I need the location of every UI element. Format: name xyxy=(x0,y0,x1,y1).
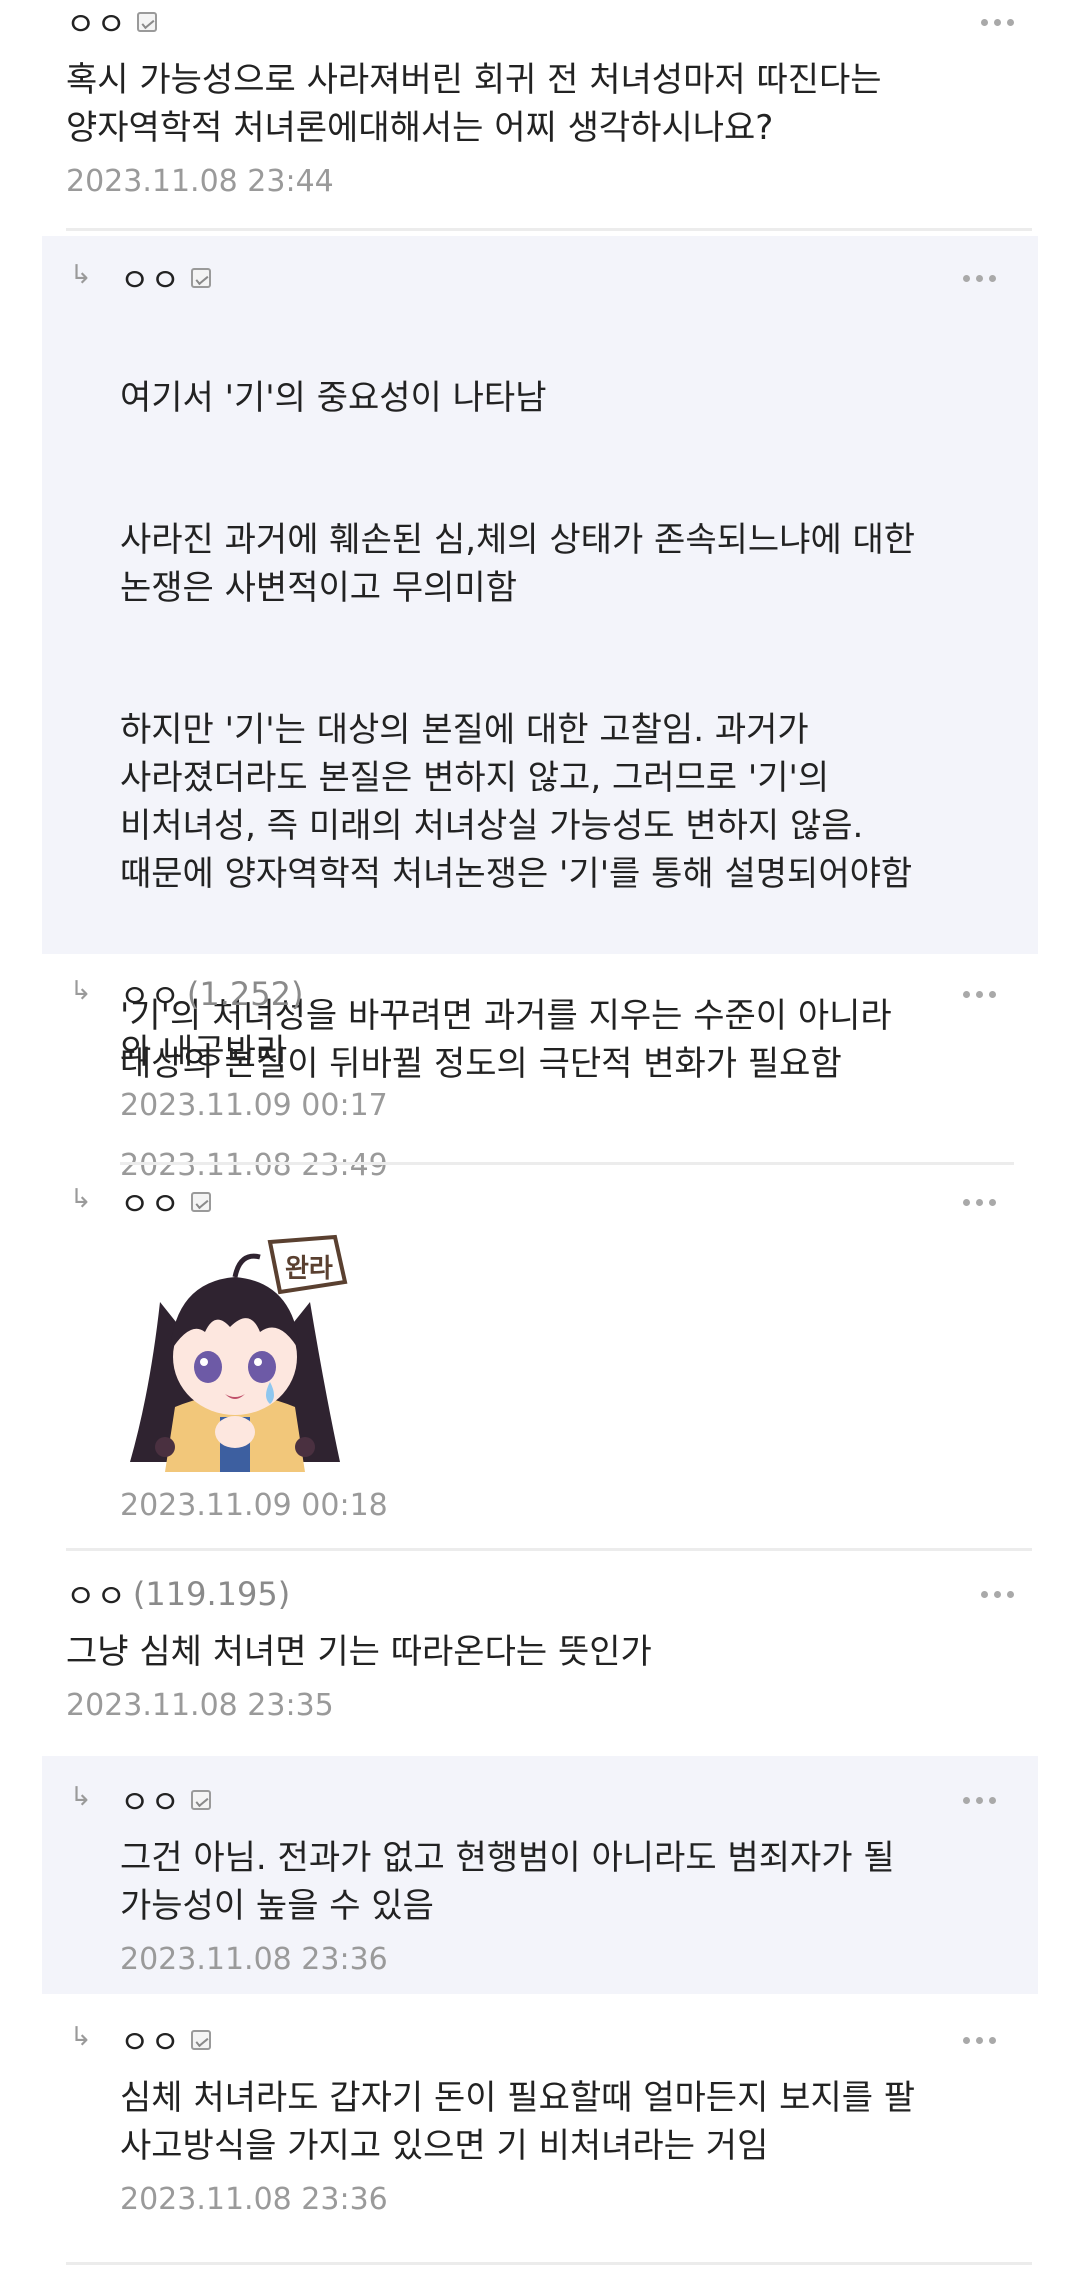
comment-header: ↳ ㅇㅇ (1.252) xyxy=(70,971,996,1017)
fixed-nick-badge-icon xyxy=(190,1192,211,1212)
reply-comment: ↳ ㅇㅇ 그건 아님. 전과가 없고 현행범이 아니라도 범죄자가 될 가능성이… xyxy=(42,1756,1038,1994)
comment-timestamp: 2023.11.08 23:44 xyxy=(66,164,334,199)
reply-arrow-icon: ↳ xyxy=(70,1782,92,1812)
comment-text: 와 내공봐라 xyxy=(120,1032,288,1072)
comment-text: 심체 처녀라도 갑자기 돈이 필요할때 얼마든지 보지를 팔 사고방식을 가지고… xyxy=(120,2078,916,2166)
nickname[interactable]: ㅇㅇ xyxy=(120,255,181,301)
comment-timestamp: 2023.11.08 23:49 xyxy=(120,1148,388,1183)
divider xyxy=(66,1548,1032,1551)
reply-comment: ↳ ㅇㅇ 심체 처녀라도 갑자기 돈이 필요할때 얼마든지 보지를 팔 사고방식… xyxy=(42,2020,1038,2217)
comment-text: 혹시 가능성으로 사라져버린 회귀 전 처녀성마저 따진다는 양자역학적 처녀론… xyxy=(66,60,882,148)
nickname[interactable]: ㅇㅇ xyxy=(120,971,181,1017)
comment: ㅇㅇ 혹시 가능성으로 사라져버린 회귀 전 처녀성마저 따진다는 양자역학적 … xyxy=(0,2,1080,199)
comment-timestamp: 2023.11.08 23:36 xyxy=(120,2182,388,2217)
comment-text: 그건 아님. 전과가 없고 현행범이 아니라도 범죄자가 될 가능성이 높을 수… xyxy=(120,1838,895,1926)
nickname[interactable]: ㅇㅇ xyxy=(120,1777,181,1823)
ip-address: (119.195) xyxy=(132,1575,291,1613)
reply-arrow-icon: ↳ xyxy=(70,260,92,290)
comment-header: ↳ ㅇㅇ xyxy=(70,1777,996,1823)
comment-paragraph: 여기서 '기'의 중요성이 나타남 xyxy=(120,378,547,418)
more-dots-icon[interactable] xyxy=(963,1780,996,1820)
more-dots-icon[interactable] xyxy=(963,1182,996,1222)
comment-timestamp: 2023.11.08 23:36 xyxy=(120,1942,388,1977)
nickname[interactable]: ㅇㅇ xyxy=(66,1571,127,1617)
nickname[interactable]: ㅇㅇ xyxy=(120,2017,181,2063)
reply-comment: ↳ ㅇㅇ 여기서 '기'의 중요성이 나타남 사라진 과거에 훼손된 심,체의 … xyxy=(42,236,1038,1183)
reply-arrow-icon: ↳ xyxy=(70,976,92,1006)
fixed-nick-badge-icon xyxy=(136,12,157,32)
comment-paragraph: 사라진 과거에 훼손된 심,체의 상태가 존속되느냐에 대한 논쟁은 사변적이고… xyxy=(120,520,916,608)
reply-comment: ↳ ㅇㅇ (1.252) 와 내공봐라 2023.11.09 00:17 xyxy=(42,974,1038,1123)
more-dots-icon[interactable] xyxy=(981,1574,1014,1614)
more-dots-icon[interactable] xyxy=(963,258,996,298)
comment-timestamp: 2023.11.08 23:35 xyxy=(66,1688,334,1723)
nickname[interactable]: ㅇㅇ xyxy=(120,1179,181,1225)
comment-text: 그냥 심체 처녀면 기는 따라온다는 뜻인가 xyxy=(66,1632,652,1672)
comment: ㅇㅇ (119.195) 그냥 심체 처녀면 기는 따라온다는 뜻인가 2023… xyxy=(0,1574,1080,1723)
comment-paragraph: 하지만 '기'는 대상의 본질에 대한 고찰임. 과거가 사라졌더라도 본질은 … xyxy=(120,710,913,894)
more-dots-icon[interactable] xyxy=(963,2020,996,2060)
comment-timestamp: 2023.11.09 00:17 xyxy=(120,1088,388,1123)
reply-arrow-icon: ↳ xyxy=(70,2022,92,2052)
divider xyxy=(66,228,1032,231)
comment-thread: ㅇㅇ 혹시 가능성으로 사라져버린 회귀 전 처녀성마저 따진다는 양자역학적 … xyxy=(0,0,1080,2276)
fixed-nick-badge-icon xyxy=(190,1790,211,1810)
divider xyxy=(120,1162,1014,1165)
fixed-nick-badge-icon xyxy=(190,268,211,288)
comment-header: ㅇㅇ xyxy=(66,0,1014,45)
nickname[interactable]: ㅇㅇ xyxy=(66,0,127,45)
comment-header: ↳ ㅇㅇ xyxy=(70,1179,996,1225)
fixed-nick-badge-icon xyxy=(190,2030,211,2050)
reply-comment: ↳ ㅇㅇ 완라 2023.11.09 00:18 xyxy=(42,1182,1038,1523)
comment-header: ↳ ㅇㅇ xyxy=(70,2017,996,2063)
comment-timestamp: 2023.11.09 00:18 xyxy=(120,1488,388,1523)
sticker-caption: 완라 xyxy=(285,1254,333,1284)
sticker-image[interactable]: 완라 xyxy=(120,1232,350,1472)
ip-address: (1.252) xyxy=(186,975,304,1013)
more-dots-icon[interactable] xyxy=(981,2,1014,42)
comment-header: ↳ ㅇㅇ xyxy=(70,255,996,301)
comment-header: ㅇㅇ (119.195) xyxy=(66,1571,1014,1617)
reply-arrow-icon: ↳ xyxy=(70,1184,92,1214)
divider xyxy=(66,2262,1032,2265)
more-dots-icon[interactable] xyxy=(963,974,996,1014)
